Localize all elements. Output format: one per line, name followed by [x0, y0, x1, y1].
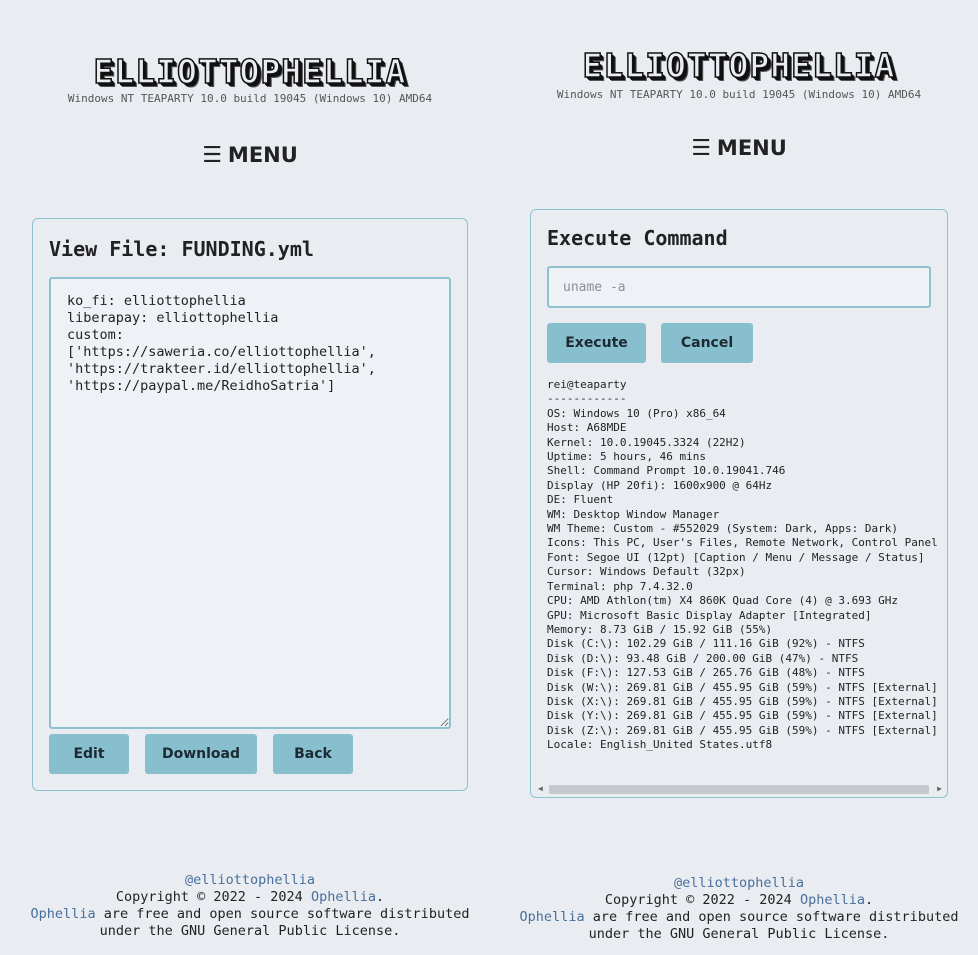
output-line: Disk (C:\): 102.29 GiB / 111.16 GiB (92%… [547, 637, 865, 651]
output-line: Kernel: 10.0.19045.3324 (22H2) [547, 435, 746, 449]
output-line: Icons: This PC, User's Files, Remote Net… [547, 536, 938, 550]
license-line: Ophellia are free and open source softwa… [0, 906, 500, 923]
output-line: Disk (Z:\): 269.81 GiB / 455.95 GiB (59%… [547, 723, 938, 737]
output-line: Disk (Y:\): 269.81 GiB / 455.95 GiB (59%… [547, 709, 938, 723]
card-title: Execute Command [547, 226, 728, 250]
output-line: Memory: 8.73 GiB / 15.92 GiB (55%) [547, 622, 773, 636]
copyright-line: Copyright © 2022 - 2024 Ophellia. [0, 889, 500, 906]
output-line: Disk (F:\): 127.53 GiB / 265.76 GiB (48%… [547, 666, 865, 680]
copyright-text: Copyright © 2022 - 2024 [115, 889, 303, 905]
hamburger-icon: ☰ [202, 143, 222, 168]
hamburger-icon: ☰ [691, 136, 711, 161]
license-text-1: are free and open source software distri… [95, 906, 470, 922]
menu-toggle[interactable]: ☰ MENU [0, 143, 500, 168]
download-button[interactable]: Download [145, 734, 257, 774]
author-handle-link[interactable]: @elliottophellia [0, 872, 500, 889]
cancel-button[interactable]: Cancel [661, 323, 753, 363]
command-input[interactable] [547, 266, 931, 308]
copyright-link[interactable]: Ophellia [800, 892, 865, 908]
copyright-line: Copyright © 2022 - 2024 Ophellia. [500, 892, 978, 909]
site-logo[interactable]: ELLIOTTOPHELLIA [0, 51, 500, 92]
output-horizontal-scrollbar[interactable]: ◀ ▶ [535, 783, 945, 795]
output-line: OS: Windows 10 (Pro) x86_64 [547, 406, 726, 420]
output-line: Cursor: Windows Default (32px) [547, 565, 746, 579]
license-line-2: under the GNU General Public License. [99, 923, 401, 939]
output-line: WM: Desktop Window Manager [547, 507, 720, 521]
execute-command-card: Execute Command Execute Cancel rei@teapa… [530, 209, 948, 798]
output-line: ------------ [547, 392, 627, 406]
scroll-left-icon[interactable]: ◀ [538, 783, 543, 795]
file-content-editor[interactable]: ko_fi: elliottophellia liberapay: elliot… [49, 277, 451, 729]
card-title: View File: FUNDING.yml [49, 237, 314, 261]
menu-label: MENU [227, 143, 298, 167]
footer: @elliottophellia Copyright © 2022 - 2024… [500, 875, 978, 943]
output-line: GPU: Microsoft Basic Display Adapter [In… [547, 608, 872, 622]
output-line: Uptime: 5 hours, 46 mins [547, 450, 706, 464]
output-line: Terminal: php 7.4.32.0 [547, 579, 693, 593]
output-line: Shell: Command Prompt 10.0.19041.746 [547, 464, 786, 478]
scroll-right-icon[interactable]: ▶ [937, 783, 942, 795]
command-output: rei@teaparty ------------ OS: Windows 10 (… [547, 378, 947, 758]
license-project-link[interactable]: Ophellia [31, 906, 96, 922]
system-info: Windows NT TEAPARTY 10.0 build 19045 (Wi… [556, 88, 922, 101]
output-line: Disk (W:\): 269.81 GiB / 455.95 GiB (59%… [547, 680, 938, 694]
license-line: Ophellia are free and open source softwa… [500, 909, 978, 926]
license-project-link[interactable]: Ophellia [520, 909, 585, 925]
output-line: Display (HP 20fi): 1600x900 @ 64Hz [547, 478, 773, 492]
output-line: WM Theme: Custom - #552029 (System: Dark… [547, 522, 898, 536]
back-button[interactable]: Back [273, 734, 353, 774]
site-logo[interactable]: ELLIOTTOPHELLIA [500, 45, 978, 86]
edit-button[interactable]: Edit [49, 734, 129, 774]
copyright-link[interactable]: Ophellia [311, 889, 376, 905]
output-line: Disk (D:\): 93.48 GiB / 200.00 GiB (47%)… [547, 651, 859, 665]
footer: @elliottophellia Copyright © 2022 - 2024… [0, 872, 500, 940]
output-line: Host: A68MDE [547, 421, 627, 435]
scrollbar-thumb[interactable] [549, 785, 929, 794]
author-handle-link[interactable]: @elliottophellia [500, 875, 978, 892]
output-line: Font: Segoe UI (12pt) [Caption / Menu / … [547, 550, 925, 564]
output-line: DE: Fluent [547, 493, 614, 507]
execute-button[interactable]: Execute [547, 323, 646, 363]
menu-label: MENU [716, 136, 787, 160]
output-line: CPU: AMD Athlon(tm) X4 860K Quad Core (4… [547, 594, 898, 608]
license-text-1: are free and open source software distri… [584, 909, 959, 925]
copyright-text: Copyright © 2022 - 2024 [604, 892, 792, 908]
copyright-period: . [375, 889, 385, 905]
copyright-period: . [864, 892, 874, 908]
menu-toggle[interactable]: ☰ MENU [500, 136, 978, 161]
system-info: Windows NT TEAPARTY 10.0 build 19045 (Wi… [67, 92, 433, 105]
view-file-card: View File: FUNDING.yml ko_fi: elliottoph… [32, 218, 468, 791]
output-line: Locale: English_United States.utf8 [547, 738, 773, 752]
license-line-2: under the GNU General Public License. [588, 926, 890, 942]
output-line: rei@teaparty [547, 378, 627, 391]
output-line: Disk (X:\): 269.81 GiB / 455.95 GiB (59%… [547, 694, 938, 708]
